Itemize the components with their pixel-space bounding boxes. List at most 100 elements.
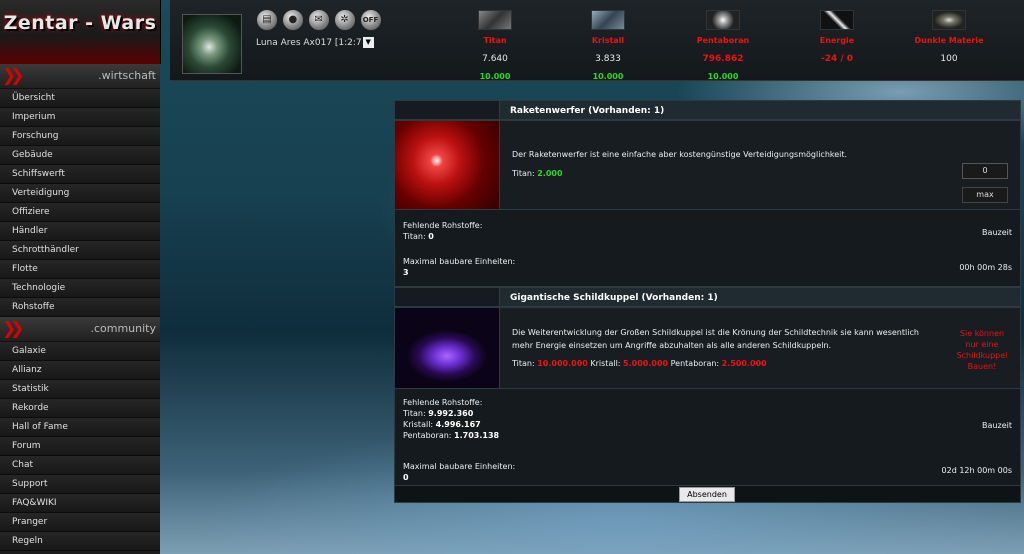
resource-pentaboran: Pentaboran 796.862 10.000 [668,10,778,81]
resource-value: 100 [940,54,958,64]
sidebar-item-rohstoffe[interactable]: Rohstoffe [0,298,160,317]
item-body: Die Weiterentwicklung der Großen Schildk… [500,307,1021,389]
sidebar-item-chat[interactable]: Chat [0,456,160,475]
resource-value: 796.862 [702,54,744,64]
missing-row: Titan: 9.992.360 [403,408,499,419]
pentaboran-icon [706,10,740,30]
item-row: Der Raketenwerfer ist eine einfache aber… [394,120,1021,210]
resource-name: Titan [483,36,507,45]
missing-row: Pentaboran: 1.703.138 [403,430,499,441]
cost-value: 2.000 [537,169,563,178]
item-info: Fehlende Rohstoffe: Titan: 0 Bauzeit Max… [394,210,1021,287]
item-cost: Titan: 2.000 [512,169,563,178]
energie-icon [820,10,854,30]
logout-icon[interactable]: OFF [359,9,382,31]
max-units-value: 0 [403,473,409,482]
resource-dunkle-materie: Dunkle Materie 100 [894,10,1004,64]
sidebar-item-schrotthaendler[interactable]: Schrotthändler [0,241,160,260]
sidebar-item-imperium[interactable]: Imperium [0,108,160,127]
quantity-input[interactable]: 0 [962,163,1008,179]
sidebar-item-faq-wiki[interactable]: FAQ&WIKI [0,494,160,513]
bauzeit-label: Bauzeit [982,421,1012,430]
max-units-value: 3 [403,268,409,277]
missing-label: Fehlende Rohstoffe: [403,221,483,230]
mail-icon[interactable]: ✉ [307,9,330,31]
user-icon[interactable]: ● [281,9,304,31]
missing-res-label: Titan: [403,232,426,241]
sidebar-item-galaxie[interactable]: Galaxie [0,342,160,361]
missing-res-label: Kristall: [403,420,434,429]
sidebar-item-schiffswerft[interactable]: Schiffswerft [0,165,160,184]
item-row: Die Weiterentwicklung der Großen Schildk… [394,307,1021,389]
submit-row: Absenden [394,486,1021,503]
settings-icon[interactable]: ✲ [333,9,356,31]
item-header: Raketenwerfer (Vorhanden: 1) [394,100,1021,120]
cost-label: Titan: [512,359,535,368]
item-cost: Titan: 10.000.000 Kristall: 5.000.000 Pe… [512,359,767,368]
section-wirtschaft: ❯❯ .wirtschaft [0,64,160,89]
logo[interactable]: Zentar - Wars [0,0,161,64]
sidebar-item-uebersicht[interactable]: Übersicht [0,89,160,108]
missing-row: Kristall: 4.996.167 [403,419,499,430]
chevron-right-icon: ❯❯ [2,319,24,339]
logo-text: Zentar - Wars [3,12,157,34]
resource-value: -24 / 0 [820,54,854,64]
planet-select[interactable]: Luna Ares Ax017 [1:2:7 ▼ [256,37,374,49]
missing-resources: Fehlende Rohstoffe: Titan: 9.992.360 Kri… [403,397,499,441]
cost-value: 10.000.000 [537,359,588,368]
resource-name: Energie [819,36,855,45]
planet-image[interactable] [182,14,242,74]
resource-name: Kristall [591,36,625,45]
item-body: Der Raketenwerfer ist eine einfache aber… [500,120,1021,210]
sidebar-item-rekorde[interactable]: Rekorde [0,399,160,418]
missing-label: Fehlende Rohstoffe: [403,398,483,407]
cost-label: Kristall: [590,359,621,368]
item-header: Gigantische Schildkuppel (Vorhanden: 1) [394,287,1021,307]
resource-value: 3.833 [595,54,621,64]
shield-dome-image[interactable] [394,307,500,389]
build-time: 02d 12h 00m 00s [941,466,1012,475]
chevron-down-icon[interactable]: ▼ [362,37,374,48]
sidebar-item-flotte[interactable]: Flotte [0,260,160,279]
sidebar-item-pranger[interactable]: Pranger [0,513,160,532]
sidebar-item-gebaeude[interactable]: Gebäude [0,146,160,165]
missing-row: Titan: 0 [403,231,482,242]
missing-res-value: 0 [428,232,434,241]
notes-icon[interactable]: ▤ [256,9,278,31]
sidebar-item-haendler[interactable]: Händler [0,222,160,241]
resource-name: Dunkle Materie [914,36,984,45]
dunkle-materie-icon [932,10,966,30]
sidebar-item-forum[interactable]: Forum [0,437,160,456]
sidebar-item-technologie[interactable]: Technologie [0,279,160,298]
sidebar-item-allianz[interactable]: Allianz [0,361,160,380]
submit-button[interactable]: Absenden [679,487,735,502]
rocket-launcher-image[interactable] [394,120,500,210]
top-bar: ▤ ● ✉ ✲ OFF Luna Ares Ax017 [1:2:7 ▼ Tita… [170,0,1024,81]
item-title: Gigantische Schildkuppel (Vorhanden: 1) [500,287,1021,307]
max-units: Maximal baubare Einheiten: 3 [403,256,515,278]
sidebar-item-statistik[interactable]: Statistik [0,380,160,399]
missing-res-value: 4.996.167 [435,420,481,429]
sidebar-item-offiziere[interactable]: Offiziere [0,203,160,222]
sidebar-item-support[interactable]: Support [0,475,160,494]
sidebar-item-hall-of-fame[interactable]: Hall of Fame [0,418,160,437]
resource-value: 7.640 [482,54,508,64]
max-units-label: Maximal baubare Einheiten: [403,257,516,266]
resource-capacity: 10.000 [707,72,739,81]
max-units: Maximal baubare Einheiten: 0 [403,461,515,483]
resource-capacity: 10.000 [479,72,511,81]
build-time: 00h 00m 28s [959,263,1012,272]
bauzeit-label: Bauzeit [982,228,1012,237]
item-title: Raketenwerfer (Vorhanden: 1) [500,100,1021,120]
sidebar-item-verteidigung[interactable]: Verteidigung [0,184,160,203]
resource-energie: Energie -24 / 0 [782,10,892,64]
top-icons: ▤ ● ✉ ✲ OFF [256,9,383,31]
max-button[interactable]: max [962,187,1008,203]
kristall-icon [591,10,625,30]
sidebar-item-forschung[interactable]: Forschung [0,127,160,146]
cost-value: 5.000.000 [623,359,669,368]
sidebar-item-regeln[interactable]: Regeln [0,532,160,551]
item-description: Der Raketenwerfer ist eine einfache aber… [512,150,848,159]
cannot-build-notice: Sie können nur eine Schildkuppel Bauen! [956,329,1008,371]
resource-name: Pentaboran [696,36,750,45]
